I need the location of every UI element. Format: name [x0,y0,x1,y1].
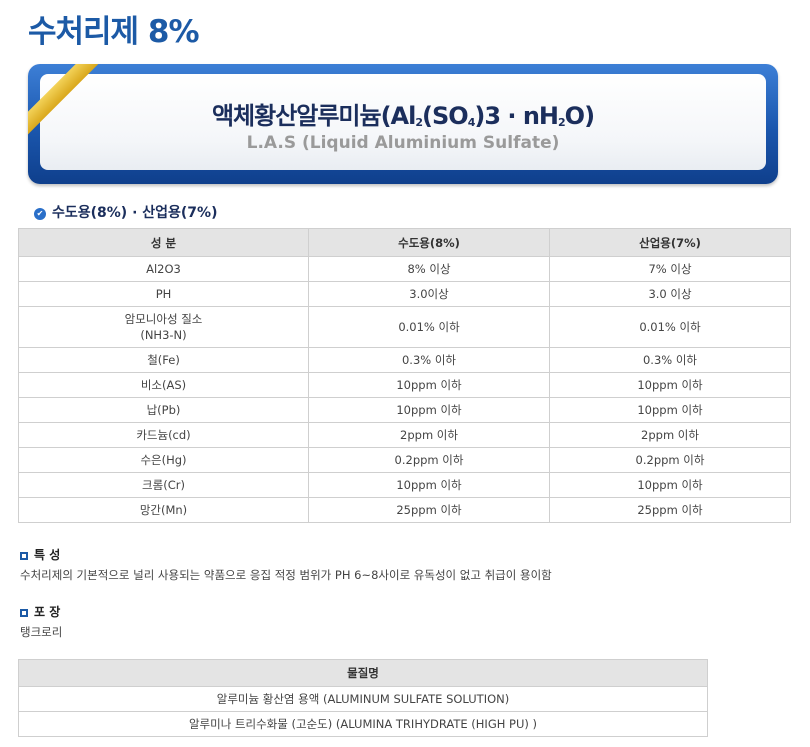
square-bullet-icon [20,552,28,560]
table-row: 비소(AS) 10ppm 이하 10ppm 이하 [18,372,791,398]
table-row: PH 3.0이상 3.0 이상 [18,281,791,307]
cell-industrial: 7% 이상 [549,256,791,282]
cell-component: 철(Fe) [18,347,309,373]
features-heading: 특 성 [20,546,60,563]
cell-industrial: 2ppm 이하 [549,422,791,448]
cell-water: 3.0이상 [308,281,550,307]
cell-water: 10ppm 이하 [308,472,550,498]
header-component: 성 분 [18,228,309,257]
cell-industrial: 10ppm 이하 [549,472,791,498]
product-banner: 액체황산알루미늄(Al2(SO4)3 · nH2O) L.A.S (Liquid… [28,64,778,184]
table-row: 망간(Mn) 25ppm 이하 25ppm 이하 [18,497,791,523]
cell-component: 망간(Mn) [18,497,309,523]
cell-component: 카드늄(cd) [18,422,309,448]
table-row: 카드늄(cd) 2ppm 이하 2ppm 이하 [18,422,791,448]
table-row: Al2O3 8% 이상 7% 이상 [18,256,791,282]
cell-water: 10ppm 이하 [308,372,550,398]
material-table-header: 물질명 [18,659,708,687]
cell-industrial: 25ppm 이하 [549,497,791,523]
cell-water: 0.01% 이하 [308,306,550,348]
section-title: ✔ 수도용(8%) · 산업용(7%) [34,202,217,222]
cell-industrial: 10ppm 이하 [549,397,791,423]
cell-component: Al2O3 [18,256,309,282]
cell-industrial: 0.01% 이하 [549,306,791,348]
banner-panel: 액체황산알루미늄(Al2(SO4)3 · nH2O) L.A.S (Liquid… [40,74,766,170]
header-material-name: 물질명 [18,659,708,687]
cell-component: 납(Pb) [18,397,309,423]
cell-component: 크롬(Cr) [18,472,309,498]
table-row: 철(Fe) 0.3% 이하 0.3% 이하 [18,347,791,373]
check-circle-icon: ✔ [34,208,46,220]
banner-title: 액체황산알루미늄(Al2(SO4)3 · nH2O) [211,102,595,130]
header-water: 수도용(8%) [308,228,550,257]
cell-water: 25ppm 이하 [308,497,550,523]
cell-water: 0.3% 이하 [308,347,550,373]
spec-table-header: 성 분 수도용(8%) 산업용(7%) [18,228,791,257]
cell-industrial: 3.0 이상 [549,281,791,307]
header-industrial: 산업용(7%) [549,228,791,257]
spec-table: 성 분 수도용(8%) 산업용(7%) Al2O3 8% 이상 7% 이상 PH 3.0… [18,228,791,523]
cell-industrial: 0.3% 이하 [549,347,791,373]
cell-component: 수은(Hg) [18,447,309,473]
cell-component: 암모니아성 질소 (NH3-N) [18,306,309,348]
cell-water: 10ppm 이하 [308,397,550,423]
material-name: 알루미늄 황산염 용액 (ALUMINUM SULFATE SOLUTION) [18,686,708,712]
material-name: 알루미나 트리수화물 (고순도) (ALUMINA TRIHYDRATE (HI… [18,711,708,737]
page-title: 수처리제 8% [28,14,200,50]
features-text: 수처리제의 기본적으로 널리 사용되는 약품으로 응집 적정 범위가 PH 6~… [20,568,552,582]
cell-water: 0.2ppm 이하 [308,447,550,473]
banner-subtitle: L.A.S (Liquid Aluminium Sulfate) [246,133,560,153]
table-row: 납(Pb) 10ppm 이하 10ppm 이하 [18,397,791,423]
cell-component: PH [18,281,309,307]
material-table: 물질명 알루미늄 황산염 용액 (ALUMINUM SULFATE SOLUTI… [18,659,708,737]
cell-industrial: 10ppm 이하 [549,372,791,398]
cell-water: 2ppm 이하 [308,422,550,448]
table-row: 알루미늄 황산염 용액 (ALUMINUM SULFATE SOLUTION) [18,686,708,712]
table-row: 암모니아성 질소 (NH3-N) 0.01% 이하 0.01% 이하 [18,306,791,348]
packaging-text: 탱크로리 [20,625,63,639]
cell-industrial: 0.2ppm 이하 [549,447,791,473]
cell-water: 8% 이상 [308,256,550,282]
table-row: 알루미나 트리수화물 (고순도) (ALUMINA TRIHYDRATE (HI… [18,711,708,737]
table-row: 크롬(Cr) 10ppm 이하 10ppm 이하 [18,472,791,498]
square-bullet-icon [20,609,28,617]
cell-component: 비소(AS) [18,372,309,398]
packaging-heading: 포 장 [20,603,60,620]
table-row: 수은(Hg) 0.2ppm 이하 0.2ppm 이하 [18,447,791,473]
